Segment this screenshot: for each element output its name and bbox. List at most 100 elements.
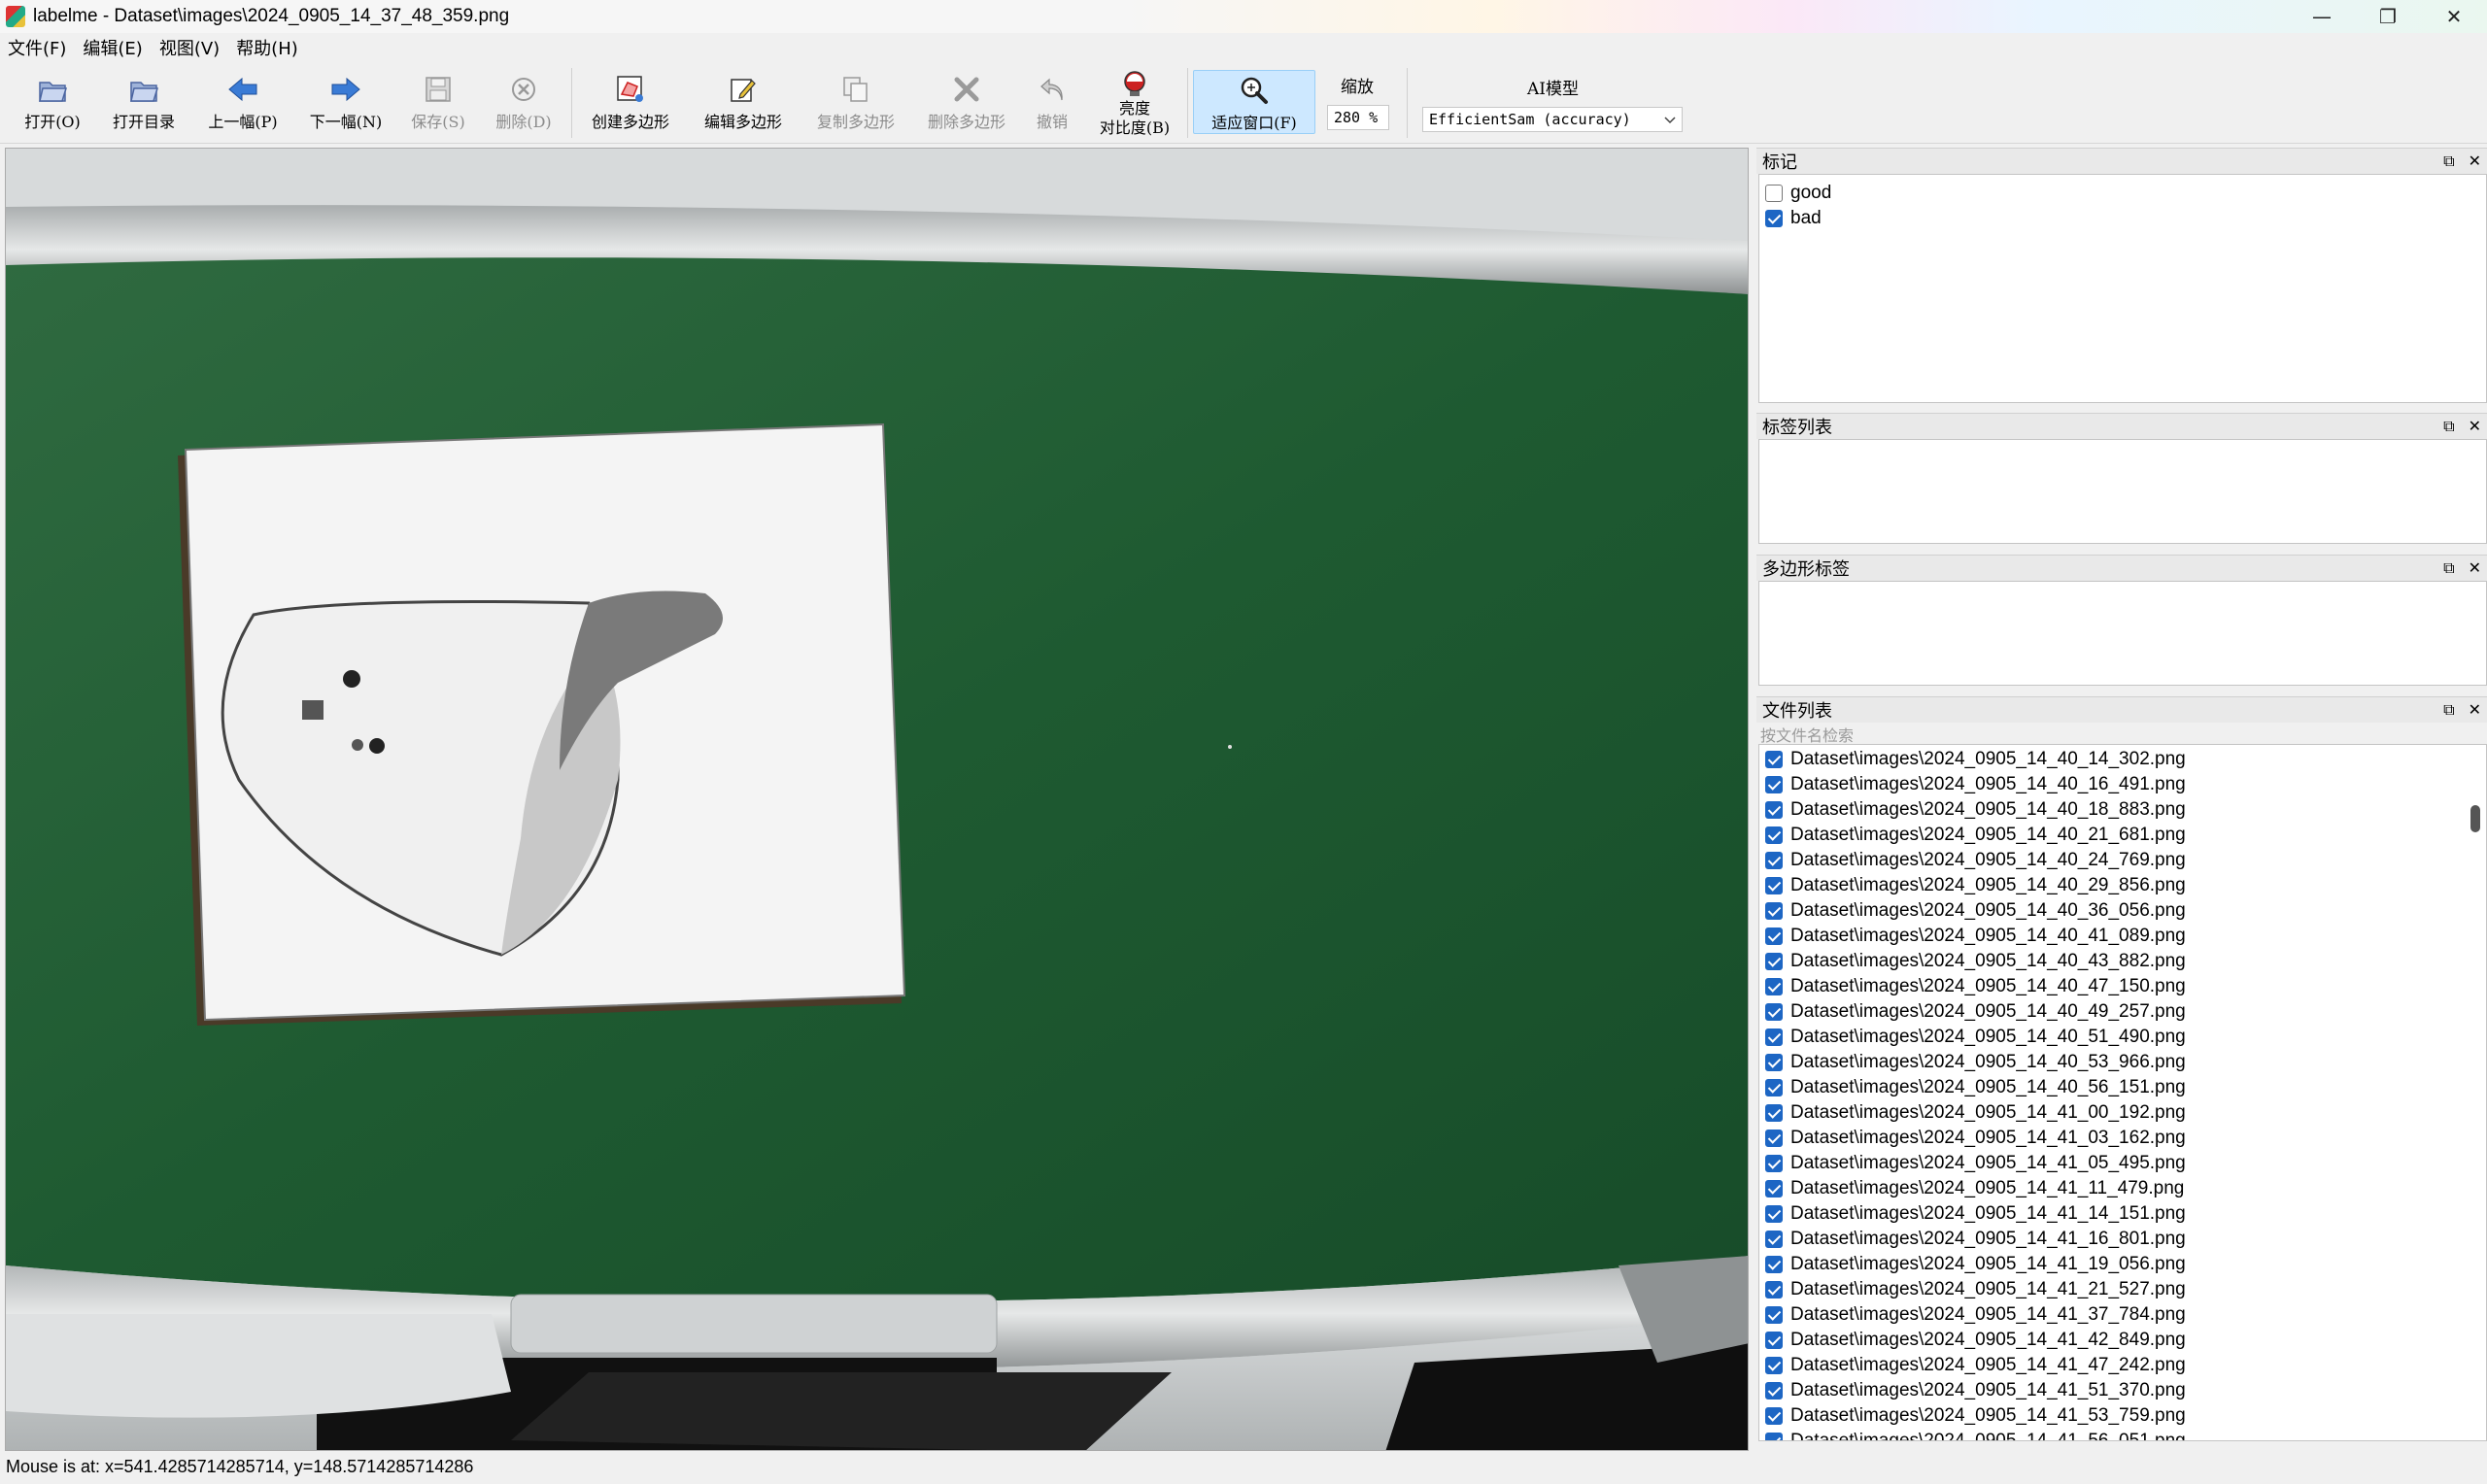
file-search-input[interactable]: 按文件名检索	[1756, 723, 2487, 745]
edit-polygon-button[interactable]: 编辑多边形	[696, 68, 791, 140]
file-list-item[interactable]: Dataset\images\2024_0905_14_41_03_162.pn…	[1759, 1126, 2486, 1151]
file-list-item[interactable]: Dataset\images\2024_0905_14_40_47_150.pn…	[1759, 974, 2486, 999]
file-name: Dataset\images\2024_0905_14_40_53_966.pn…	[1790, 1052, 2186, 1072]
file-list-item[interactable]: Dataset\images\2024_0905_14_41_51_370.pn…	[1759, 1378, 2486, 1403]
file-checkbox[interactable]	[1765, 1130, 1783, 1147]
file-checkbox[interactable]	[1765, 1003, 1783, 1021]
fit-window-button[interactable]: 适应窗口(F)	[1193, 70, 1315, 134]
file-checkbox[interactable]	[1765, 1357, 1783, 1374]
float-panel-icon[interactable]: ⧉	[2443, 700, 2454, 720]
float-panel-icon[interactable]: ⧉	[2443, 152, 2454, 171]
menu-file[interactable]: 文件(F)	[0, 35, 75, 60]
file-checkbox[interactable]	[1765, 1205, 1783, 1223]
close-button[interactable]: ✕	[2421, 0, 2487, 33]
file-list-item[interactable]: Dataset\images\2024_0905_14_40_36_056.pn…	[1759, 898, 2486, 924]
close-panel-icon[interactable]: ✕	[2469, 700, 2481, 720]
file-checkbox[interactable]	[1765, 1306, 1783, 1324]
file-checkbox[interactable]	[1765, 902, 1783, 920]
label-list[interactable]	[1758, 439, 2487, 544]
open-dir-button[interactable]: 打开目录	[105, 68, 183, 140]
prev-image-button[interactable]: 上一幅(P)	[200, 68, 286, 140]
open-button[interactable]: 打开(O)	[17, 68, 87, 140]
ai-model-select[interactable]: EfficientSam (accuracy)	[1422, 107, 1683, 132]
file-checkbox[interactable]	[1765, 953, 1783, 970]
file-list-item[interactable]: Dataset\images\2024_0905_14_41_11_479.pn…	[1759, 1176, 2486, 1201]
file-checkbox[interactable]	[1765, 1079, 1783, 1096]
minimize-button[interactable]: —	[2289, 0, 2355, 33]
file-checkbox[interactable]	[1765, 801, 1783, 819]
delete-file-button[interactable]: 删除(D)	[488, 68, 560, 140]
file-checkbox[interactable]	[1765, 1433, 1783, 1440]
file-checkbox[interactable]	[1765, 1281, 1783, 1298]
file-list-item[interactable]: Dataset\images\2024_0905_14_40_16_491.pn…	[1759, 772, 2486, 797]
file-list-item[interactable]: Dataset\images\2024_0905_14_40_56_151.pn…	[1759, 1075, 2486, 1100]
file-list-item[interactable]: Dataset\images\2024_0905_14_40_21_681.pn…	[1759, 823, 2486, 848]
file-list-item[interactable]: Dataset\images\2024_0905_14_41_53_759.pn…	[1759, 1403, 2486, 1429]
file-checkbox[interactable]	[1765, 826, 1783, 844]
open-dir-label: 打开目录	[112, 113, 175, 131]
float-panel-icon[interactable]: ⧉	[2443, 558, 2454, 578]
file-list-scrollbar[interactable]	[2470, 805, 2480, 832]
file-list-item[interactable]: Dataset\images\2024_0905_14_40_14_302.pn…	[1759, 747, 2486, 772]
file-list-item[interactable]: Dataset\images\2024_0905_14_40_18_883.pn…	[1759, 797, 2486, 823]
file-list-item[interactable]: Dataset\images\2024_0905_14_40_43_882.pn…	[1759, 949, 2486, 974]
file-checkbox[interactable]	[1765, 1180, 1783, 1197]
file-list-item[interactable]: Dataset\images\2024_0905_14_41_42_849.pn…	[1759, 1328, 2486, 1353]
brightness-contrast-button[interactable]: 亮度 对比度(B)	[1090, 68, 1179, 140]
file-checkbox[interactable]	[1765, 1407, 1783, 1425]
file-checkbox[interactable]	[1765, 1231, 1783, 1248]
close-panel-icon[interactable]: ✕	[2469, 417, 2481, 436]
polygon-label-list[interactable]	[1758, 581, 2487, 686]
file-checkbox[interactable]	[1765, 928, 1783, 945]
file-list-item[interactable]: Dataset\images\2024_0905_14_40_49_257.pn…	[1759, 999, 2486, 1025]
save-button[interactable]: 保存(S)	[402, 68, 474, 140]
menu-edit[interactable]: 编辑(E)	[74, 35, 151, 60]
file-checkbox[interactable]	[1765, 1054, 1783, 1071]
create-polygon-button[interactable]: 创建多边形	[583, 68, 678, 140]
close-panel-icon[interactable]: ✕	[2469, 152, 2481, 171]
close-panel-icon[interactable]: ✕	[2469, 558, 2481, 578]
file-list[interactable]: Dataset\images\2024_0905_14_40_14_302.pn…	[1758, 744, 2487, 1441]
file-list-item[interactable]: Dataset\images\2024_0905_14_40_24_769.pn…	[1759, 848, 2486, 873]
file-list-item[interactable]: Dataset\images\2024_0905_14_41_19_056.pn…	[1759, 1252, 2486, 1277]
zoom-spinbox[interactable]: 280 %	[1327, 105, 1389, 130]
file-checkbox[interactable]	[1765, 1382, 1783, 1400]
float-panel-icon[interactable]: ⧉	[2443, 417, 2454, 436]
menu-view[interactable]: 视图(V)	[151, 35, 228, 60]
file-list-item[interactable]: Dataset\images\2024_0905_14_41_16_801.pn…	[1759, 1227, 2486, 1252]
maximize-button[interactable]: ❐	[2355, 0, 2421, 33]
file-checkbox[interactable]	[1765, 1256, 1783, 1273]
next-image-button[interactable]: 下一幅(N)	[303, 68, 389, 140]
file-checkbox[interactable]	[1765, 877, 1783, 894]
menu-help[interactable]: 帮助(H)	[227, 35, 307, 60]
file-list-item[interactable]: Dataset\images\2024_0905_14_41_05_495.pn…	[1759, 1151, 2486, 1176]
file-checkbox[interactable]	[1765, 776, 1783, 793]
flag-item-bad[interactable]: bad	[1759, 206, 2486, 231]
file-checkbox[interactable]	[1765, 978, 1783, 995]
file-checkbox[interactable]	[1765, 751, 1783, 768]
file-checkbox[interactable]	[1765, 1155, 1783, 1172]
file-list-panel-header: 文件列表 ⧉ ✕	[1756, 697, 2487, 723]
file-list-item[interactable]: Dataset\images\2024_0905_14_40_53_966.pn…	[1759, 1050, 2486, 1075]
file-list-item[interactable]: Dataset\images\2024_0905_14_40_29_856.pn…	[1759, 873, 2486, 898]
file-checkbox[interactable]	[1765, 852, 1783, 869]
file-name: Dataset\images\2024_0905_14_40_16_491.pn…	[1790, 774, 2186, 794]
file-list-item[interactable]: Dataset\images\2024_0905_14_40_51_490.pn…	[1759, 1025, 2486, 1050]
file-checkbox[interactable]	[1765, 1104, 1783, 1122]
file-list-item[interactable]: Dataset\images\2024_0905_14_41_00_192.pn…	[1759, 1100, 2486, 1126]
delete-polygon-button[interactable]: 删除多边形	[919, 68, 1014, 140]
flag-item-good[interactable]: good	[1759, 181, 2486, 206]
file-list-item[interactable]: Dataset\images\2024_0905_14_41_14_151.pn…	[1759, 1201, 2486, 1227]
file-list-item[interactable]: Dataset\images\2024_0905_14_41_56_051.pn…	[1759, 1429, 2486, 1440]
file-list-item[interactable]: Dataset\images\2024_0905_14_41_21_527.pn…	[1759, 1277, 2486, 1302]
file-list-item[interactable]: Dataset\images\2024_0905_14_41_47_242.pn…	[1759, 1353, 2486, 1378]
undo-button[interactable]: 撤销	[1026, 68, 1078, 140]
flag-checkbox-bad[interactable]	[1765, 210, 1783, 227]
file-list-item[interactable]: Dataset\images\2024_0905_14_40_41_089.pn…	[1759, 924, 2486, 949]
file-list-item[interactable]: Dataset\images\2024_0905_14_41_37_784.pn…	[1759, 1302, 2486, 1328]
flag-checkbox-good[interactable]	[1765, 185, 1783, 202]
image-canvas[interactable]	[5, 148, 1749, 1451]
copy-polygon-button[interactable]: 复制多边形	[808, 68, 903, 140]
file-checkbox[interactable]	[1765, 1029, 1783, 1046]
file-checkbox[interactable]	[1765, 1332, 1783, 1349]
